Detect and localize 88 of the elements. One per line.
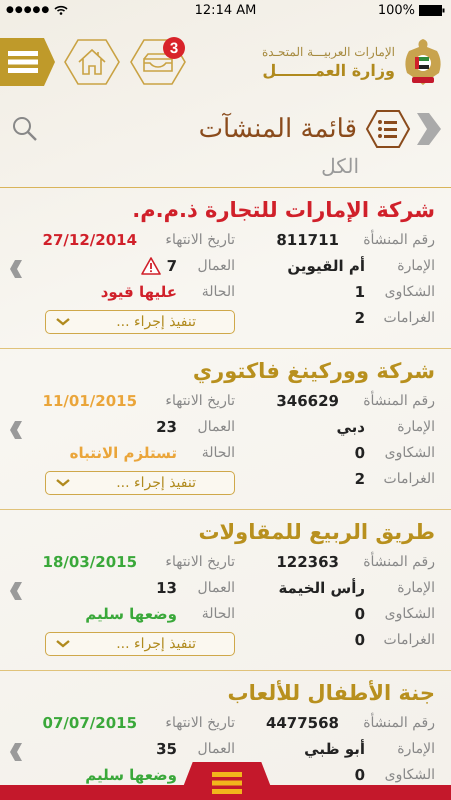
field-value: 0 xyxy=(354,605,365,623)
action-dropdown[interactable]: تنفيذ إجراء ... xyxy=(45,632,235,656)
field-value: 0 xyxy=(354,766,365,784)
company-name: طريق الربيع للمقاولات xyxy=(198,520,435,544)
battery-percent: 100% xyxy=(378,2,415,18)
filter-label[interactable]: الكل xyxy=(321,154,359,178)
field-label: رقم المنشأة xyxy=(339,232,435,248)
field-value: 346629 xyxy=(276,392,339,410)
company-name: جنة الأطفال للألعاب xyxy=(228,681,435,705)
expiry-date: 18/03/2015 xyxy=(42,553,137,571)
field-value: 7 xyxy=(166,257,177,275)
emblem-drawing xyxy=(403,37,443,87)
signal-dots: ●●●●● xyxy=(6,5,50,15)
field-value: 122363 xyxy=(276,553,339,571)
status-value: عليها قيود xyxy=(100,283,177,301)
field-value: 2 xyxy=(354,309,365,327)
expiry-date: 11/01/2015 xyxy=(42,392,137,410)
field-label: الإمارة xyxy=(396,741,435,757)
chevron-down-icon xyxy=(56,479,70,487)
chevron-left-icon xyxy=(10,582,22,600)
field-label: الشكاوى xyxy=(384,606,435,622)
field-value: أم القيوين xyxy=(287,257,365,275)
field-value: 13 xyxy=(156,579,177,597)
field-label: الشكاوى xyxy=(384,767,435,783)
company-name: شركة الإمارات للتجارة ذ.م.م. xyxy=(132,198,435,222)
action-dropdown[interactable]: تنفيذ إجراء ... xyxy=(45,471,235,495)
list-icon xyxy=(365,109,411,149)
field-label: تاريخ الانتهاء xyxy=(164,554,235,570)
menu-icon xyxy=(8,51,38,73)
field-label: الإمارة xyxy=(396,258,435,274)
page-title: قائمة المنشآت xyxy=(198,114,357,144)
field-value: 4477568 xyxy=(266,714,339,732)
field-label: العمال xyxy=(196,419,235,435)
home-icon xyxy=(63,37,121,87)
home-button[interactable] xyxy=(63,37,121,87)
field-value: 811711 xyxy=(276,231,339,249)
notification-badge: 3 xyxy=(163,37,185,59)
country-name: الإمارات العربيـــة المتحـدة xyxy=(262,44,395,58)
inbox-button[interactable]: 3 xyxy=(129,37,187,87)
field-label: الحالة xyxy=(200,445,235,461)
chevron-right-icon[interactable] xyxy=(417,113,441,145)
field-label: العمال xyxy=(196,741,235,757)
field-label: الشكاوى xyxy=(384,445,435,461)
status-value: تستلزم الانتباه xyxy=(70,444,177,462)
wifi-icon xyxy=(54,5,68,15)
field-label: رقم المنشأة xyxy=(339,715,435,731)
field-value: 0 xyxy=(354,631,365,649)
field-value: 2 xyxy=(354,470,365,488)
status-time: 12:14 AM xyxy=(194,2,256,18)
field-value: 35 xyxy=(156,740,177,758)
field-label: الغرامات xyxy=(382,632,435,648)
action-dropdown[interactable]: تنفيذ إجراء ... xyxy=(45,310,235,334)
field-label: الحالة xyxy=(200,284,235,300)
expiry-date: 27/12/2014 xyxy=(42,231,137,249)
chevron-down-icon xyxy=(56,318,70,326)
field-label: الحالة xyxy=(200,606,235,622)
field-label: تاريخ الانتهاء xyxy=(164,393,235,409)
field-label: الشكاوى xyxy=(384,284,435,300)
field-label: تاريخ الانتهاء xyxy=(164,715,235,731)
field-value: 1 xyxy=(354,283,365,301)
field-value: أبو ظبي xyxy=(304,740,365,758)
field-label: رقم المنشأة xyxy=(339,393,435,409)
expiry-date: 07/07/2015 xyxy=(42,714,137,732)
status-value: وضعها سليم xyxy=(85,605,177,623)
company-name: شركة ووركينغ فاكتوري xyxy=(192,359,435,383)
field-label: الغرامات xyxy=(382,310,435,326)
chevron-left-icon xyxy=(10,421,22,439)
chevron-left-icon xyxy=(10,743,22,761)
field-label: العمال xyxy=(196,580,235,596)
menu-button[interactable] xyxy=(0,38,55,86)
field-value: 0 xyxy=(354,444,365,462)
menu-icon xyxy=(212,772,242,794)
chevron-down-icon xyxy=(56,640,70,648)
field-label: الغرامات xyxy=(382,471,435,487)
field-value: دبي xyxy=(336,418,365,436)
status-value: وضعها سليم xyxy=(85,766,177,784)
inbox-icon xyxy=(129,37,187,87)
field-value: 23 xyxy=(156,418,177,436)
chevron-left-icon xyxy=(10,260,22,278)
field-label: تاريخ الانتهاء xyxy=(164,232,235,248)
search-icon[interactable] xyxy=(12,116,38,142)
battery-icon xyxy=(419,4,445,16)
field-label: العمال xyxy=(196,258,235,274)
ministry-name: وزارة العمـــــــل xyxy=(262,60,395,80)
field-label: الإمارة xyxy=(396,419,435,435)
field-label: رقم المنشأة xyxy=(339,554,435,570)
field-value: رأس الخيمة xyxy=(278,579,365,597)
field-label: الإمارة xyxy=(396,580,435,596)
